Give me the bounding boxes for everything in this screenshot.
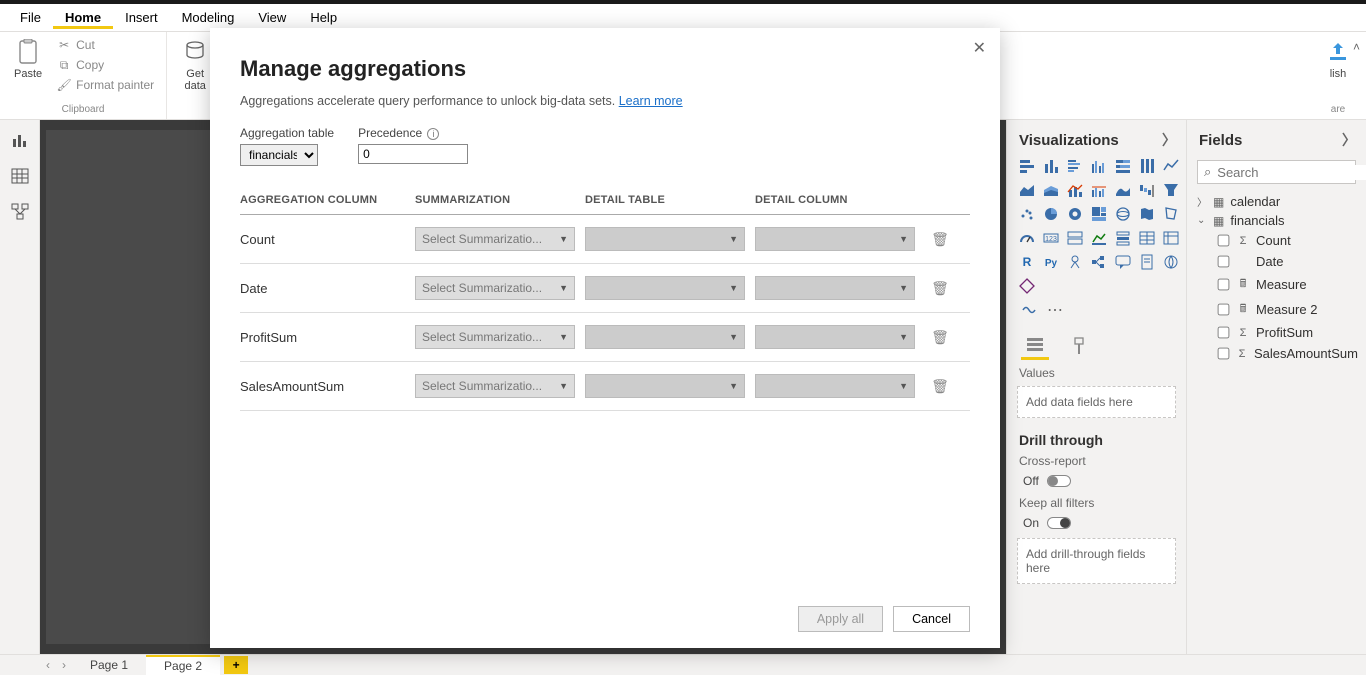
delete-row-button[interactable]: 🗑 [925,280,955,297]
cancel-button[interactable]: Cancel [893,606,970,632]
detail-table-select[interactable]: ▼ [585,325,745,349]
detail-column-select[interactable]: ▼ [755,227,915,251]
dialog-title: Manage aggregations [240,56,970,82]
delete-row-button[interactable]: 🗑 [925,329,955,346]
summarization-select[interactable]: Select Summarizatio...▼ [415,227,575,251]
agg-row-count: Count Select Summarizatio...▼ ▼ ▼ 🗑 [240,215,970,264]
chevron-down-icon: ▼ [559,332,568,342]
chevron-down-icon: ▼ [729,283,738,293]
aggregation-table: AGGREGATION COLUMN SUMMARIZATION DETAIL … [240,186,970,411]
chevron-down-icon: ▼ [899,283,908,293]
dialog-close-button[interactable]: ✕ [973,38,986,58]
summarization-select[interactable]: Select Summarizatio...▼ [415,374,575,398]
agg-row-date: Date Select Summarizatio...▼ ▼ ▼ 🗑 [240,264,970,313]
detail-column-select[interactable]: ▼ [755,325,915,349]
agg-table-header: AGGREGATION COLUMN SUMMARIZATION DETAIL … [240,186,970,215]
agg-table-select[interactable]: financials [240,144,318,166]
detail-column-select[interactable]: ▼ [755,374,915,398]
summarization-select[interactable]: Select Summarizatio...▼ [415,325,575,349]
chevron-down-icon: ▼ [899,332,908,342]
chevron-down-icon: ▼ [729,234,738,244]
chevron-down-icon: ▼ [899,234,908,244]
agg-table-label: Aggregation table [240,126,334,140]
summarization-select[interactable]: Select Summarizatio...▼ [415,276,575,300]
chevron-down-icon: ▼ [899,381,908,391]
chevron-down-icon: ▼ [559,234,568,244]
chevron-down-icon: ▼ [559,381,568,391]
manage-aggregations-dialog: ✕ Manage aggregations Aggregations accel… [210,28,1000,648]
delete-row-button[interactable]: 🗑 [925,231,955,248]
agg-row-profitsum: ProfitSum Select Summarizatio...▼ ▼ ▼ 🗑 [240,313,970,362]
chevron-down-icon: ▼ [729,332,738,342]
precedence-label: Precedence i [358,126,468,140]
info-icon[interactable]: i [427,128,439,140]
precedence-input[interactable] [358,144,468,164]
detail-table-select[interactable]: ▼ [585,227,745,251]
agg-row-salesamountsum: SalesAmountSum Select Summarizatio...▼ ▼… [240,362,970,411]
detail-table-select[interactable]: ▼ [585,374,745,398]
dialog-footer: Apply all Cancel [240,594,970,632]
dialog-backdrop: ✕ Manage aggregations Aggregations accel… [0,0,1366,674]
detail-table-select[interactable]: ▼ [585,276,745,300]
detail-column-select[interactable]: ▼ [755,276,915,300]
chevron-down-icon: ▼ [559,283,568,293]
learn-more-link[interactable]: Learn more [619,94,683,108]
apply-all-button[interactable]: Apply all [798,606,883,632]
chevron-down-icon: ▼ [729,381,738,391]
dialog-description: Aggregations accelerate query performanc… [240,94,970,108]
delete-row-button[interactable]: 🗑 [925,378,955,395]
